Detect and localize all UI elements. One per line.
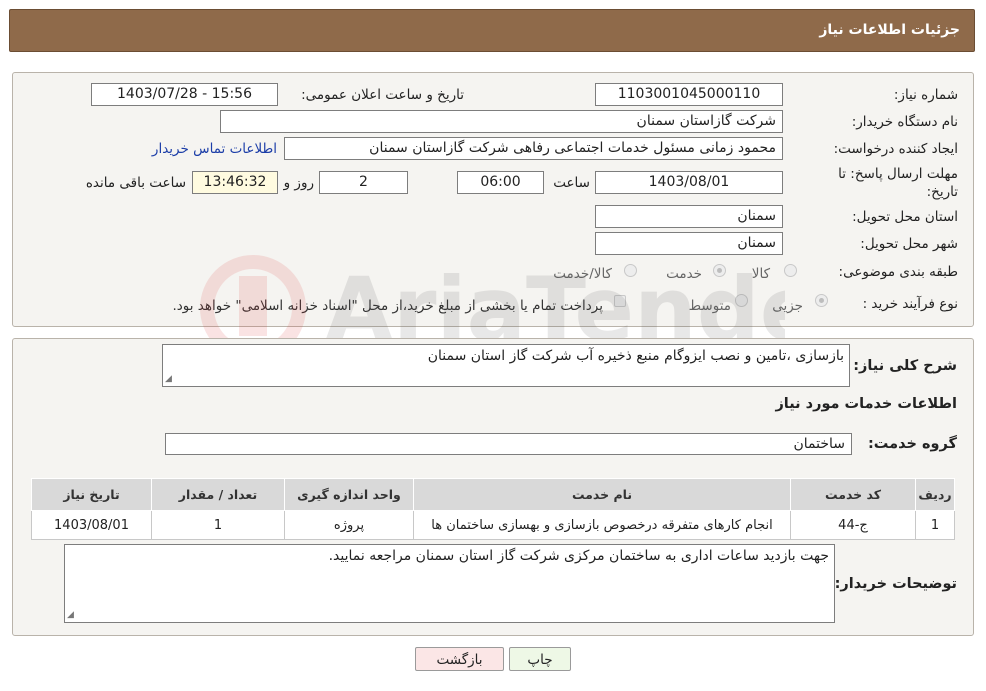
services-table-header: ردیف کد خدمت نام خدمت واحد اندازه گیری ت… (31, 478, 955, 511)
summary-label: شرح کلی نیاز: (853, 358, 957, 374)
col-need-date: تاریخ نیاز (31, 478, 152, 511)
category-option-service: خدمت (666, 266, 702, 282)
days-label: روز و (283, 175, 314, 191)
category-radio-service[interactable] (713, 264, 726, 277)
col-unit: واحد اندازه گیری (284, 478, 414, 511)
creator-field[interactable]: محمود زمانی مسئول خدمات اجتماعی رفاهی شر… (284, 137, 783, 160)
col-row-number: ردیف (915, 478, 955, 511)
process-option-medium: متوسط (688, 298, 731, 314)
deadline-label-line1: مهلت ارسال پاسخ: تا (838, 166, 958, 182)
category-label: طبقه بندی موضوعی: (838, 264, 958, 280)
category-option-goods-service: کالا/خدمت (553, 266, 612, 282)
announce-datetime-label: تاریخ و ساعت اعلان عمومی: (301, 87, 464, 103)
cell-quantity: 1 (151, 510, 285, 540)
days-field[interactable]: 2 (319, 171, 408, 194)
category-radio-goods-service[interactable] (624, 264, 637, 277)
buyer-org-field[interactable]: شرکت گازاستان سمنان (220, 110, 783, 133)
col-quantity: تعداد / مقدار (151, 478, 285, 511)
deadline-date-field[interactable]: 1403/08/01 (595, 171, 783, 194)
treasury-payment-note: پرداخت تمام یا بخشی از مبلغ خرید،از محل … (172, 298, 603, 314)
services-section-title: اطلاعات خدمات مورد نیاز (775, 396, 957, 412)
remaining-time-field: 13:46:32 (192, 171, 278, 194)
service-group-label: گروه خدمت: (867, 436, 957, 452)
col-service-name: نام خدمت (413, 478, 791, 511)
page-title: جزئیات اطلاعات نیاز (819, 22, 960, 38)
deadline-label-line2: تاریخ: (926, 184, 958, 200)
buyer-notes-text: جهت بازدید ساعات اداری به ساختمان مرکزی … (328, 548, 829, 564)
remaining-time-label: ساعت باقی مانده (85, 175, 186, 191)
process-type-label: نوع فرآیند خرید : (862, 296, 958, 312)
deadline-time-field[interactable]: 06:00 (457, 171, 544, 194)
process-radio-minor[interactable] (815, 294, 828, 307)
summary-textarea[interactable]: بازسازی ،تامین و نصب ایزوگام منبع ذخیره … (162, 344, 850, 387)
city-label: شهر محل تحویل: (860, 236, 958, 252)
creator-label: ایجاد کننده درخواست: (833, 141, 958, 157)
col-service-code: کد خدمت (790, 478, 916, 511)
table-row[interactable]: 1 ج-44 انجام کارهای متفرقه درخصوص بازساز… (31, 510, 955, 540)
deadline-time-label: ساعت (553, 175, 590, 191)
cell-need-date: 1403/08/01 (31, 510, 152, 540)
category-radio-goods[interactable] (784, 264, 797, 277)
category-option-goods: کالا (751, 266, 770, 282)
province-field[interactable]: سمنان (595, 205, 783, 228)
process-radio-medium[interactable] (735, 294, 748, 307)
buyer-contact-link[interactable]: اطلاعات تماس خریدار (152, 141, 277, 157)
summary-text: بازسازی ،تامین و نصب ایزوگام منبع ذخیره … (427, 348, 844, 364)
cell-row-number: 1 (915, 510, 955, 540)
services-table: ردیف کد خدمت نام خدمت واحد اندازه گیری ت… (31, 478, 955, 540)
announce-datetime-field[interactable]: 1403/07/28 - 15:56 (91, 83, 278, 106)
service-group-field[interactable]: ساختمان (165, 433, 852, 455)
cell-service-code: ج-44 (790, 510, 916, 540)
province-label: استان محل تحویل: (852, 209, 958, 225)
page-header: جزئیات اطلاعات نیاز (9, 9, 975, 52)
print-button[interactable]: چاپ (509, 647, 571, 671)
process-option-minor: جزیی (772, 298, 803, 314)
city-field[interactable]: سمنان (595, 232, 783, 255)
need-number-label: شماره نیاز: (893, 87, 958, 103)
back-button[interactable]: بازگشت (415, 647, 504, 671)
buyer-org-label: نام دستگاه خریدار: (851, 114, 958, 130)
cell-service-name: انجام کارهای متفرقه درخصوص بازسازی و بهس… (413, 510, 791, 540)
buyer-notes-textarea[interactable]: جهت بازدید ساعات اداری به ساختمان مرکزی … (64, 544, 835, 623)
treasury-payment-checkbox[interactable] (614, 295, 626, 307)
resize-handle-icon[interactable]: ◢ (165, 375, 172, 384)
buyer-notes-label: توضیحات خریدار: (834, 576, 957, 592)
need-number-field[interactable]: 1103001045000110 (595, 83, 783, 106)
cell-unit: پروژه (284, 510, 414, 540)
resize-handle-icon[interactable]: ◢ (67, 611, 74, 620)
